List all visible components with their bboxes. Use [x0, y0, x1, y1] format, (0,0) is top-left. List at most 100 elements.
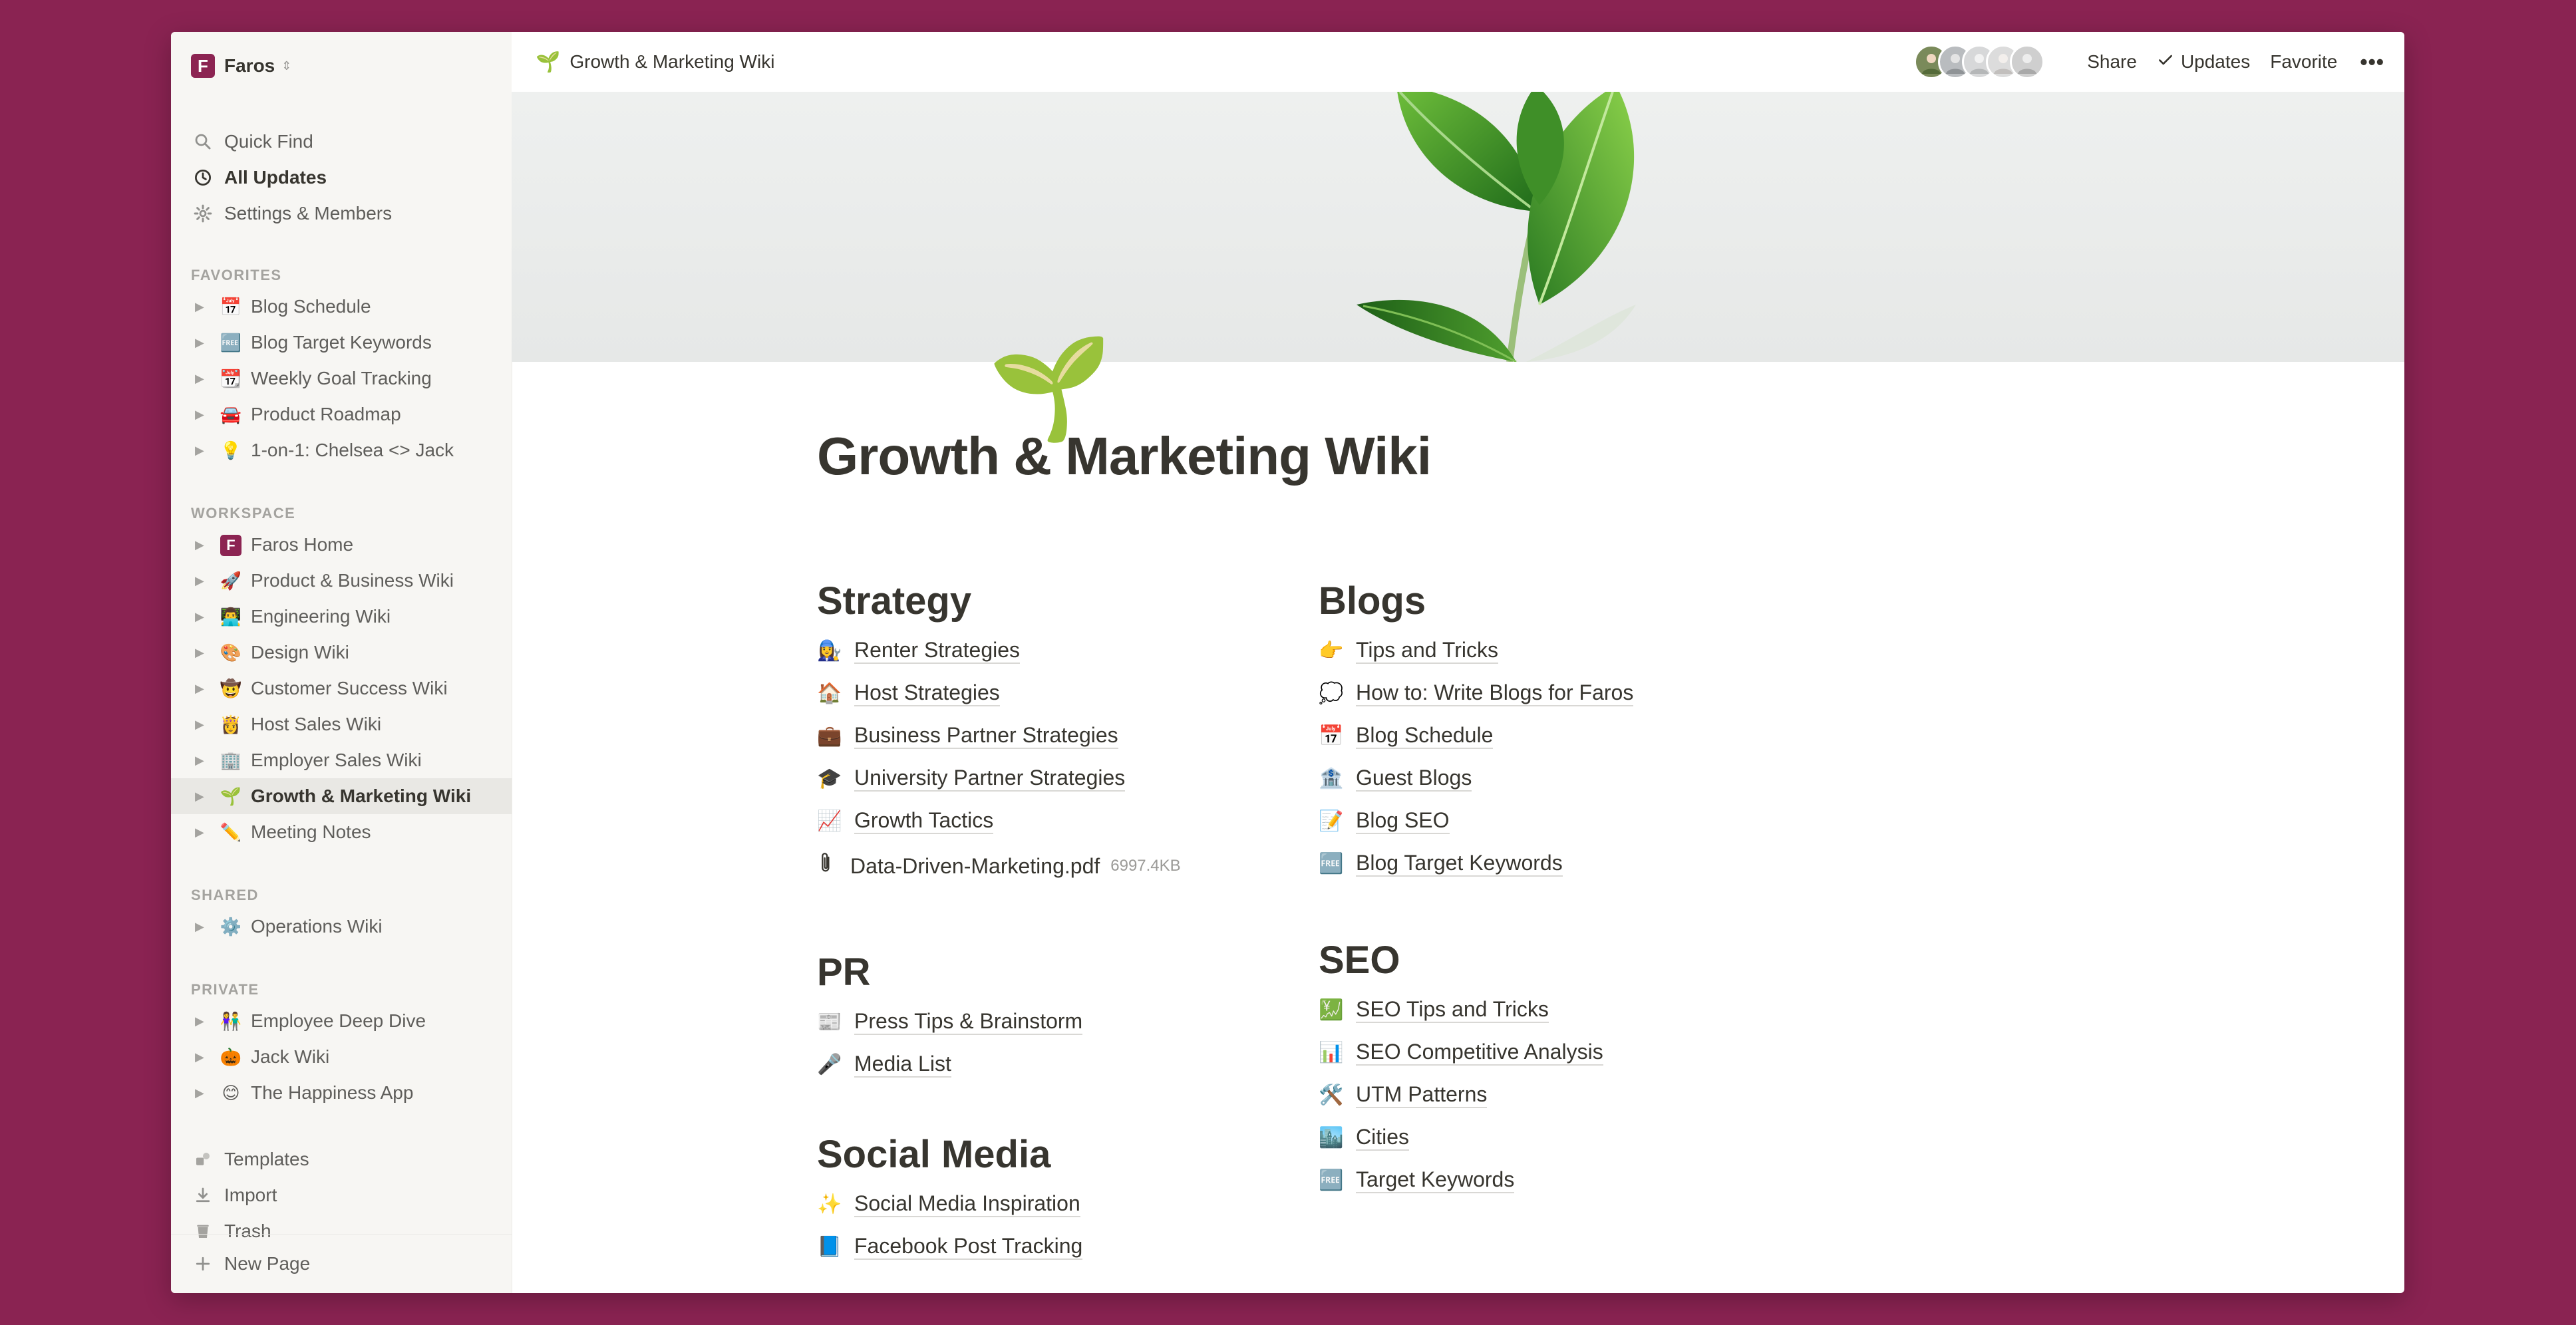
sidebar-item-customer-success-wiki[interactable]: ▶ 🤠 Customer Success Wiki: [171, 670, 512, 706]
expand-triangle-icon[interactable]: ▶: [195, 920, 208, 934]
expand-triangle-icon[interactable]: ▶: [195, 444, 208, 458]
page-link-label: Blog Schedule: [1356, 722, 1494, 750]
expand-triangle-icon[interactable]: ▶: [195, 718, 208, 732]
page-link-seo-tips[interactable]: 💹 SEO Tips and Tricks: [1319, 988, 1798, 1031]
sidebar-item-growth-marketing-wiki[interactable]: ▶ 🌱 Growth & Marketing Wiki: [171, 778, 512, 814]
expand-triangle-icon[interactable]: ▶: [195, 408, 208, 422]
page-link-press-tips[interactable]: 📰 Press Tips & Brainstorm: [817, 1000, 1296, 1043]
page-emoji-icon: 👫: [220, 1010, 242, 1031]
page-link-how-to-write-blogs[interactable]: 💭 How to: Write Blogs for Faros: [1319, 672, 1798, 714]
page-link-utm-patterns[interactable]: 🛠️ UTM Patterns: [1319, 1074, 1798, 1116]
chevron-updown-icon: ⇕: [281, 59, 292, 73]
import-button[interactable]: Import: [191, 1177, 512, 1213]
share-button[interactable]: Share: [2087, 51, 2137, 73]
page-link-blog-schedule[interactable]: 📅 Blog Schedule: [1319, 714, 1798, 757]
breadcrumb[interactable]: 🌱 Growth & Marketing Wiki: [536, 51, 774, 74]
expand-triangle-icon[interactable]: ▶: [195, 574, 208, 588]
expand-triangle-icon[interactable]: ▶: [195, 1014, 208, 1028]
sidebar-item-engineering-wiki[interactable]: ▶ 👨‍💻 Engineering Wiki: [171, 599, 512, 635]
page-link-label: Blog SEO: [1356, 808, 1450, 835]
topbar-actions: Share Updates Favorite •••: [1914, 32, 2384, 92]
expand-triangle-icon[interactable]: ▶: [195, 682, 208, 696]
page-link-tips-and-tricks[interactable]: 👉 Tips and Tricks: [1319, 629, 1798, 672]
page-link-social-media-inspiration[interactable]: ✨ Social Media Inspiration: [817, 1183, 1296, 1225]
sidebar-item-label: Product Roadmap: [251, 404, 401, 424]
sidebar-item-meeting-notes[interactable]: ▶ ✏️ Meeting Notes: [171, 814, 512, 850]
avatar[interactable]: [2010, 45, 2045, 79]
sidebar-item-jack-wiki[interactable]: ▶ 🎃 Jack Wiki: [171, 1039, 512, 1075]
sidebar-item-design-wiki[interactable]: ▶ 🎨 Design Wiki: [171, 635, 512, 670]
expand-triangle-icon[interactable]: ▶: [195, 300, 208, 314]
page-link-media-list[interactable]: 🎤 Media List: [817, 1043, 1296, 1086]
page-emoji-icon: 🛠️: [1319, 1084, 1344, 1106]
page-link-guest-blogs[interactable]: 🏦 Guest Blogs: [1319, 757, 1798, 800]
cover-image[interactable]: [512, 92, 2404, 362]
page-emoji-icon: 👸: [220, 714, 242, 734]
sidebar-item-employee-deep-dive[interactable]: ▶ 👫 Employee Deep Dive: [171, 1003, 512, 1039]
sidebar-item-weekly-goal-tracking[interactable]: ▶ 📆 Weekly Goal Tracking: [171, 361, 512, 396]
expand-triangle-icon[interactable]: ▶: [195, 538, 208, 552]
expand-triangle-icon[interactable]: ▶: [195, 372, 208, 386]
page-emoji-icon: 🎨: [220, 642, 242, 662]
section-heading-pr: PR: [817, 950, 871, 994]
expand-triangle-icon[interactable]: ▶: [195, 1086, 208, 1100]
sidebar-item-one-on-one[interactable]: ▶ 💡 1-on-1: Chelsea <> Jack: [171, 432, 512, 468]
page-link-cities[interactable]: 🏙️ Cities: [1319, 1116, 1798, 1159]
clock-icon: [191, 166, 215, 190]
sidebar-item-label: Host Sales Wiki: [251, 714, 382, 734]
collaborator-avatars[interactable]: [1914, 45, 2045, 79]
import-label: Import: [224, 1185, 277, 1205]
settings-members-button[interactable]: Settings & Members: [191, 196, 512, 231]
page-link-business-partner-strategies[interactable]: 💼 Business Partner Strategies: [817, 714, 1296, 757]
expand-triangle-icon[interactable]: ▶: [195, 610, 208, 624]
plus-icon: [191, 1252, 215, 1276]
expand-triangle-icon[interactable]: ▶: [195, 646, 208, 660]
page-emoji-icon: 💼: [817, 724, 842, 747]
sidebar-item-faros-home[interactable]: ▶ F Faros Home: [171, 527, 512, 563]
page-title[interactable]: Growth & Marketing Wiki: [817, 426, 1815, 487]
expand-triangle-icon[interactable]: ▶: [195, 1050, 208, 1064]
more-options-icon[interactable]: •••: [2360, 50, 2384, 74]
page-link-target-keywords[interactable]: 🆓 Target Keywords: [1319, 1159, 1798, 1201]
page-link-host-strategies[interactable]: 🏠 Host Strategies: [817, 672, 1296, 714]
sidebar-item-product-business-wiki[interactable]: ▶ 🚀 Product & Business Wiki: [171, 563, 512, 599]
page-link-facebook-post-tracking[interactable]: 📘 Facebook Post Tracking: [817, 1225, 1296, 1268]
page-icon[interactable]: 🌱: [988, 338, 1112, 438]
quick-find-button[interactable]: Quick Find: [191, 124, 512, 160]
sidebar-item-blog-target-keywords[interactable]: ▶ 🆓 Blog Target Keywords: [171, 325, 512, 361]
shared-heading: SHARED: [191, 887, 259, 903]
page-link-label: Target Keywords: [1356, 1167, 1515, 1194]
page-link-university-partner-strategies[interactable]: 🎓 University Partner Strategies: [817, 757, 1296, 800]
expand-triangle-icon[interactable]: ▶: [195, 825, 208, 839]
sidebar-item-host-sales-wiki[interactable]: ▶ 👸 Host Sales Wiki: [171, 706, 512, 742]
all-updates-button[interactable]: All Updates: [191, 160, 512, 196]
expand-triangle-icon[interactable]: ▶: [195, 790, 208, 804]
workspace-switcher[interactable]: F Faros ⇕: [191, 52, 291, 80]
expand-triangle-icon[interactable]: ▶: [195, 754, 208, 768]
page-emoji-icon: ✏️: [220, 821, 242, 842]
favorite-button[interactable]: Favorite: [2270, 51, 2337, 73]
new-page-label: New Page: [224, 1253, 311, 1274]
page-link-label: Media List: [854, 1051, 951, 1078]
new-page-button[interactable]: New Page: [171, 1234, 512, 1293]
templates-label: Templates: [224, 1149, 309, 1169]
templates-button[interactable]: Templates: [191, 1141, 512, 1177]
page-link-label: Tips and Tricks: [1356, 637, 1498, 664]
page-link-renter-strategies[interactable]: 👩‍🔧 Renter Strategies: [817, 629, 1296, 672]
file-attachment[interactable]: Data-Driven-Marketing.pdf 6997.4KB: [817, 845, 1296, 887]
sidebar-item-blog-schedule[interactable]: ▶ 📅 Blog Schedule: [171, 289, 512, 325]
sidebar-item-happiness-app[interactable]: ▶ 😊 The Happiness App: [171, 1075, 512, 1111]
sidebar-item-product-roadmap[interactable]: ▶ 🚘 Product Roadmap: [171, 396, 512, 432]
page-link-seo-competitive-analysis[interactable]: 📊 SEO Competitive Analysis: [1319, 1031, 1798, 1074]
sidebar-item-label: Blog Target Keywords: [251, 332, 432, 353]
page-link-growth-tactics[interactable]: 📈 Growth Tactics: [817, 800, 1296, 842]
sidebar-item-employer-sales-wiki[interactable]: ▶ 🏢 Employer Sales Wiki: [171, 742, 512, 778]
updates-button[interactable]: Updates: [2157, 51, 2250, 73]
page-link-blog-target-keywords[interactable]: 🆓 Blog Target Keywords: [1319, 842, 1798, 885]
page-link-blog-seo[interactable]: 📝 Blog SEO: [1319, 800, 1798, 842]
sidebar-item-operations-wiki[interactable]: ▶ ⚙️ Operations Wiki: [171, 909, 512, 945]
page-emoji-icon: 🚀: [220, 570, 242, 591]
expand-triangle-icon[interactable]: ▶: [195, 336, 208, 350]
page-emoji-icon: 👩‍🔧: [817, 639, 842, 662]
section-heading-blogs: Blogs: [1319, 579, 1426, 623]
